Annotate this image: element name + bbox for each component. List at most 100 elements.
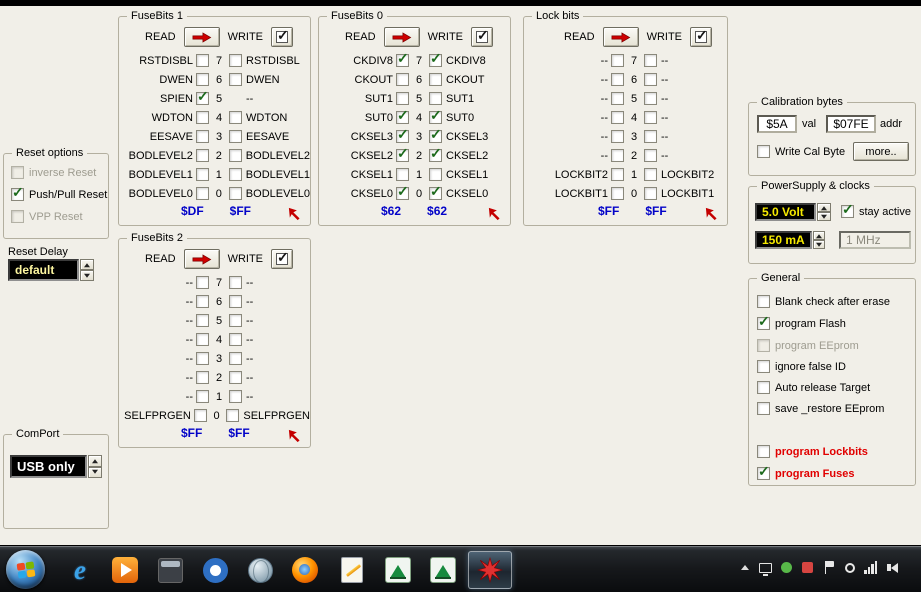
fuse-right-checkbox[interactable] bbox=[429, 92, 442, 105]
fuse-left-checkbox[interactable] bbox=[611, 54, 624, 67]
apply-pointer-icon[interactable] bbox=[287, 428, 302, 443]
checkbox-box[interactable] bbox=[757, 381, 770, 394]
write-button[interactable] bbox=[690, 27, 712, 47]
fuse-left-checkbox[interactable] bbox=[196, 54, 209, 67]
current-select[interactable]: 150 mA bbox=[755, 231, 825, 249]
fuse-left-checkbox[interactable] bbox=[196, 276, 209, 289]
comport-spinner[interactable] bbox=[88, 455, 102, 478]
fuse-left-checkbox[interactable] bbox=[396, 187, 409, 200]
fuse-left-checkbox[interactable] bbox=[396, 111, 409, 124]
fuse-right-checkbox[interactable] bbox=[229, 333, 242, 346]
checkbox-program-lockbits[interactable]: program Lockbits bbox=[757, 445, 868, 458]
write-button[interactable] bbox=[271, 249, 293, 269]
taskbar-console-app-icon[interactable] bbox=[150, 551, 190, 589]
checkbox-box[interactable] bbox=[757, 145, 770, 158]
fuse-right-checkbox[interactable] bbox=[644, 54, 657, 67]
cal-addr-input[interactable]: $07FE bbox=[826, 115, 876, 133]
fuse-right-checkbox[interactable] bbox=[229, 314, 242, 327]
fuse-right-checkbox[interactable] bbox=[229, 187, 242, 200]
fuse-left-checkbox[interactable] bbox=[196, 371, 209, 384]
fuse-left-checkbox[interactable] bbox=[196, 187, 209, 200]
spin-up-icon[interactable] bbox=[88, 455, 102, 467]
fuse-right-checkbox[interactable] bbox=[644, 111, 657, 124]
fuse-left-checkbox[interactable] bbox=[396, 92, 409, 105]
read-button[interactable] bbox=[603, 27, 639, 47]
tray-volume-icon[interactable] bbox=[884, 559, 901, 576]
fuse-left-checkbox[interactable] bbox=[196, 333, 209, 346]
fuse-right-checkbox[interactable] bbox=[644, 168, 657, 181]
checkbox-box[interactable] bbox=[11, 210, 24, 223]
fuse-left-checkbox[interactable] bbox=[194, 409, 207, 422]
voltage-spinner[interactable] bbox=[817, 203, 831, 221]
checkbox-box[interactable] bbox=[757, 402, 770, 415]
write-button[interactable] bbox=[271, 27, 293, 47]
fuse-right-checkbox[interactable] bbox=[429, 73, 442, 86]
read-button[interactable] bbox=[384, 27, 420, 47]
fuse-left-checkbox[interactable] bbox=[396, 168, 409, 181]
fuse-right-checkbox[interactable] bbox=[429, 130, 442, 143]
more-button[interactable]: more.. bbox=[853, 142, 909, 161]
fuse-left-checkbox[interactable] bbox=[611, 111, 624, 124]
fuse-right-checkbox[interactable] bbox=[229, 73, 242, 86]
tray-alert-icon[interactable] bbox=[799, 559, 816, 576]
taskbar-blue-ring-app-icon[interactable] bbox=[195, 551, 235, 589]
fuse-left-checkbox[interactable] bbox=[611, 149, 624, 162]
fuse-left-checkbox[interactable] bbox=[611, 92, 624, 105]
taskbar-firefox-icon[interactable] bbox=[285, 551, 325, 589]
write-button[interactable] bbox=[471, 27, 493, 47]
checkbox-inverse-reset[interactable]: inverse Reset bbox=[11, 166, 96, 179]
checkbox-box[interactable] bbox=[11, 188, 24, 201]
checkbox-box[interactable] bbox=[757, 339, 770, 352]
checkbox-blank-check[interactable]: Blank check after erase bbox=[757, 295, 890, 308]
spin-down-icon[interactable] bbox=[80, 270, 94, 281]
fuse-left-checkbox[interactable] bbox=[396, 149, 409, 162]
comport-select[interactable]: USB only bbox=[10, 455, 102, 478]
spin-down-icon[interactable] bbox=[817, 212, 831, 221]
fuse-left-checkbox[interactable] bbox=[196, 111, 209, 124]
fuse-right-checkbox[interactable] bbox=[229, 276, 242, 289]
fuse-right-checkbox[interactable] bbox=[644, 73, 657, 86]
apply-pointer-icon[interactable] bbox=[487, 206, 502, 221]
tray-display-icon[interactable] bbox=[757, 559, 774, 576]
fuse-left-checkbox[interactable] bbox=[196, 352, 209, 365]
apply-pointer-icon[interactable] bbox=[287, 206, 302, 221]
taskbar-globe-icon[interactable] bbox=[240, 551, 280, 589]
fuse-right-checkbox[interactable] bbox=[644, 130, 657, 143]
checkbox-vpp-reset[interactable]: VPP Reset bbox=[11, 210, 83, 223]
fuse-right-checkbox[interactable] bbox=[229, 54, 242, 67]
fuse-right-checkbox[interactable] bbox=[644, 149, 657, 162]
checkbox-program-eeprom[interactable]: program EEprom bbox=[757, 339, 859, 352]
fuse-right-checkbox[interactable] bbox=[429, 111, 442, 124]
fuse-right-checkbox[interactable] bbox=[229, 149, 242, 162]
checkbox-program-fuses[interactable]: program Fuses bbox=[757, 467, 854, 480]
spin-down-icon[interactable] bbox=[813, 240, 825, 249]
taskbar-avr-studio-icon[interactable] bbox=[378, 551, 418, 589]
fuse-right-checkbox[interactable] bbox=[429, 149, 442, 162]
fuse-right-checkbox[interactable] bbox=[229, 168, 242, 181]
taskbar-text-editor-icon[interactable] bbox=[332, 551, 372, 589]
checkbox-box[interactable] bbox=[841, 205, 854, 218]
frequency-field[interactable]: 1 MHz bbox=[839, 231, 911, 249]
fuse-right-checkbox[interactable] bbox=[229, 130, 242, 143]
taskbar-avr-tool-icon[interactable] bbox=[423, 551, 463, 589]
current-spinner[interactable] bbox=[813, 231, 825, 249]
spin-up-icon[interactable] bbox=[80, 259, 94, 270]
spin-up-icon[interactable] bbox=[813, 231, 825, 240]
checkbox-save-restore-eeprom[interactable]: save _restore EEprom bbox=[757, 402, 884, 415]
start-button[interactable] bbox=[6, 550, 45, 589]
fuse-left-checkbox[interactable] bbox=[196, 168, 209, 181]
fuse-right-checkbox[interactable] bbox=[429, 168, 442, 181]
fuse-left-checkbox[interactable] bbox=[196, 314, 209, 327]
checkbox-auto-release-target[interactable]: Auto release Target bbox=[757, 381, 870, 394]
read-button[interactable] bbox=[184, 27, 220, 47]
fuse-right-checkbox[interactable] bbox=[429, 187, 442, 200]
tray-show-hidden-icon[interactable] bbox=[736, 559, 753, 576]
fuse-left-checkbox[interactable] bbox=[611, 73, 624, 86]
fuse-left-checkbox[interactable] bbox=[396, 54, 409, 67]
fuse-left-checkbox[interactable] bbox=[196, 390, 209, 403]
fuse-right-checkbox[interactable] bbox=[226, 409, 239, 422]
taskbar-fuse-programmer-icon-active[interactable] bbox=[468, 551, 512, 589]
reset-delay-spinner[interactable] bbox=[80, 259, 94, 281]
tray-network-icon[interactable] bbox=[862, 559, 879, 576]
fuse-left-checkbox[interactable] bbox=[396, 130, 409, 143]
